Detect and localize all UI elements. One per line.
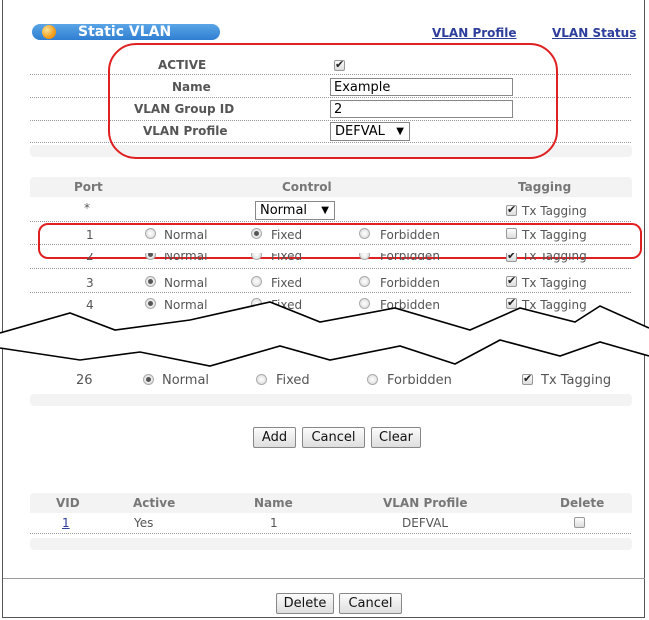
summary-header-bar <box>30 493 632 513</box>
port-26-forbidden-label: Forbidden <box>387 373 452 388</box>
port-3-normal-label: Normal <box>164 276 208 290</box>
port-3-forbidden-radio[interactable] <box>359 276 370 287</box>
port-26-normal-label: Normal <box>162 373 210 388</box>
vlan-profile-cell: DEFVAL <box>402 516 449 530</box>
port-3-fixed-label: Fixed <box>271 276 303 290</box>
cancel-delete-button[interactable]: Cancel <box>339 593 402 614</box>
active-column-header: Active <box>133 496 176 510</box>
dropdown-arrow-icon: ▼ <box>321 205 329 216</box>
page-break-tear <box>0 301 649 367</box>
port-2-cell: 2 <box>86 253 94 263</box>
port-26-tx-tagging-label: Tx Tagging <box>541 373 612 388</box>
tagging-column-header: Tagging <box>518 180 572 194</box>
delete-column-header: Delete <box>560 496 605 510</box>
tx-tagging-all-label: Tx Tagging <box>522 204 587 218</box>
name-column-header: Name <box>254 496 293 510</box>
highlight-oval-form <box>108 43 558 159</box>
divider <box>30 268 631 269</box>
tx-tagging-all-checkbox[interactable] <box>506 203 517 216</box>
name-cell: 1 <box>270 516 278 530</box>
status-orb-icon <box>42 25 56 39</box>
port-3-cell: 3 <box>86 276 94 290</box>
port-2-forbidden-label: Forbidden <box>380 253 440 263</box>
summary-footer-bar <box>30 538 632 550</box>
port-2-forbidden-radio[interactable] <box>359 253 370 260</box>
delete-button[interactable]: Delete <box>276 593 334 614</box>
vid-link[interactable]: 1 <box>62 516 70 530</box>
divider <box>30 533 631 534</box>
vlan-status-link[interactable]: VLAN Status <box>552 26 636 40</box>
clear-button[interactable]: Clear <box>371 427 421 448</box>
cancel-button[interactable]: Cancel <box>302 427 365 448</box>
port-3-normal-radio[interactable] <box>145 276 156 287</box>
port-3-tx-tagging-label: Tx Tagging <box>522 276 587 290</box>
vlan-profile-link[interactable]: VLAN Profile <box>432 26 517 40</box>
port-3-tx-tagging-checkbox[interactable] <box>506 274 517 287</box>
add-button[interactable]: Add <box>253 427 296 448</box>
control-all-value: Normal <box>260 203 308 218</box>
active-cell: Yes <box>134 516 154 530</box>
port-26-fixed-label: Fixed <box>276 373 310 388</box>
port-2-tx-tagging-label: Tx Tagging <box>522 253 587 263</box>
port-2-normal-label: Normal <box>164 253 208 263</box>
divider <box>30 292 631 293</box>
port-2-tx-tagging-checkbox[interactable] <box>506 253 517 262</box>
port-26-normal-radio[interactable] <box>143 374 154 385</box>
ports-footer-bar <box>30 394 632 406</box>
port-3-forbidden-label: Forbidden <box>380 276 440 290</box>
port-2-fixed-label: Fixed <box>271 253 303 263</box>
section-title: Static VLAN <box>78 24 172 40</box>
vlan-profile-column-header: VLAN Profile <box>383 496 468 510</box>
port-column-header: Port <box>74 180 103 194</box>
divider <box>30 221 631 222</box>
port-2-row-clip: 2 Normal Fixed Forbidden Tx Tagging <box>0 253 649 264</box>
port-26-cell: 26 <box>76 373 93 388</box>
vid-column-header: VID <box>56 496 80 510</box>
port-all-cell: * <box>84 201 90 215</box>
section-title-pill: Static VLAN <box>32 24 220 40</box>
port-2-fixed-radio[interactable] <box>251 253 262 260</box>
control-all-select[interactable]: Normal ▼ <box>255 201 335 220</box>
port-3-fixed-radio[interactable] <box>251 276 262 287</box>
port-26-forbidden-radio[interactable] <box>367 374 378 385</box>
port-26-fixed-radio[interactable] <box>256 374 267 385</box>
bottom-separator <box>3 578 645 579</box>
port-26-tx-tagging-checkbox[interactable] <box>522 372 533 385</box>
control-column-header: Control <box>282 180 332 194</box>
delete-checkbox[interactable] <box>574 517 585 528</box>
port-2-normal-radio[interactable] <box>145 253 156 260</box>
